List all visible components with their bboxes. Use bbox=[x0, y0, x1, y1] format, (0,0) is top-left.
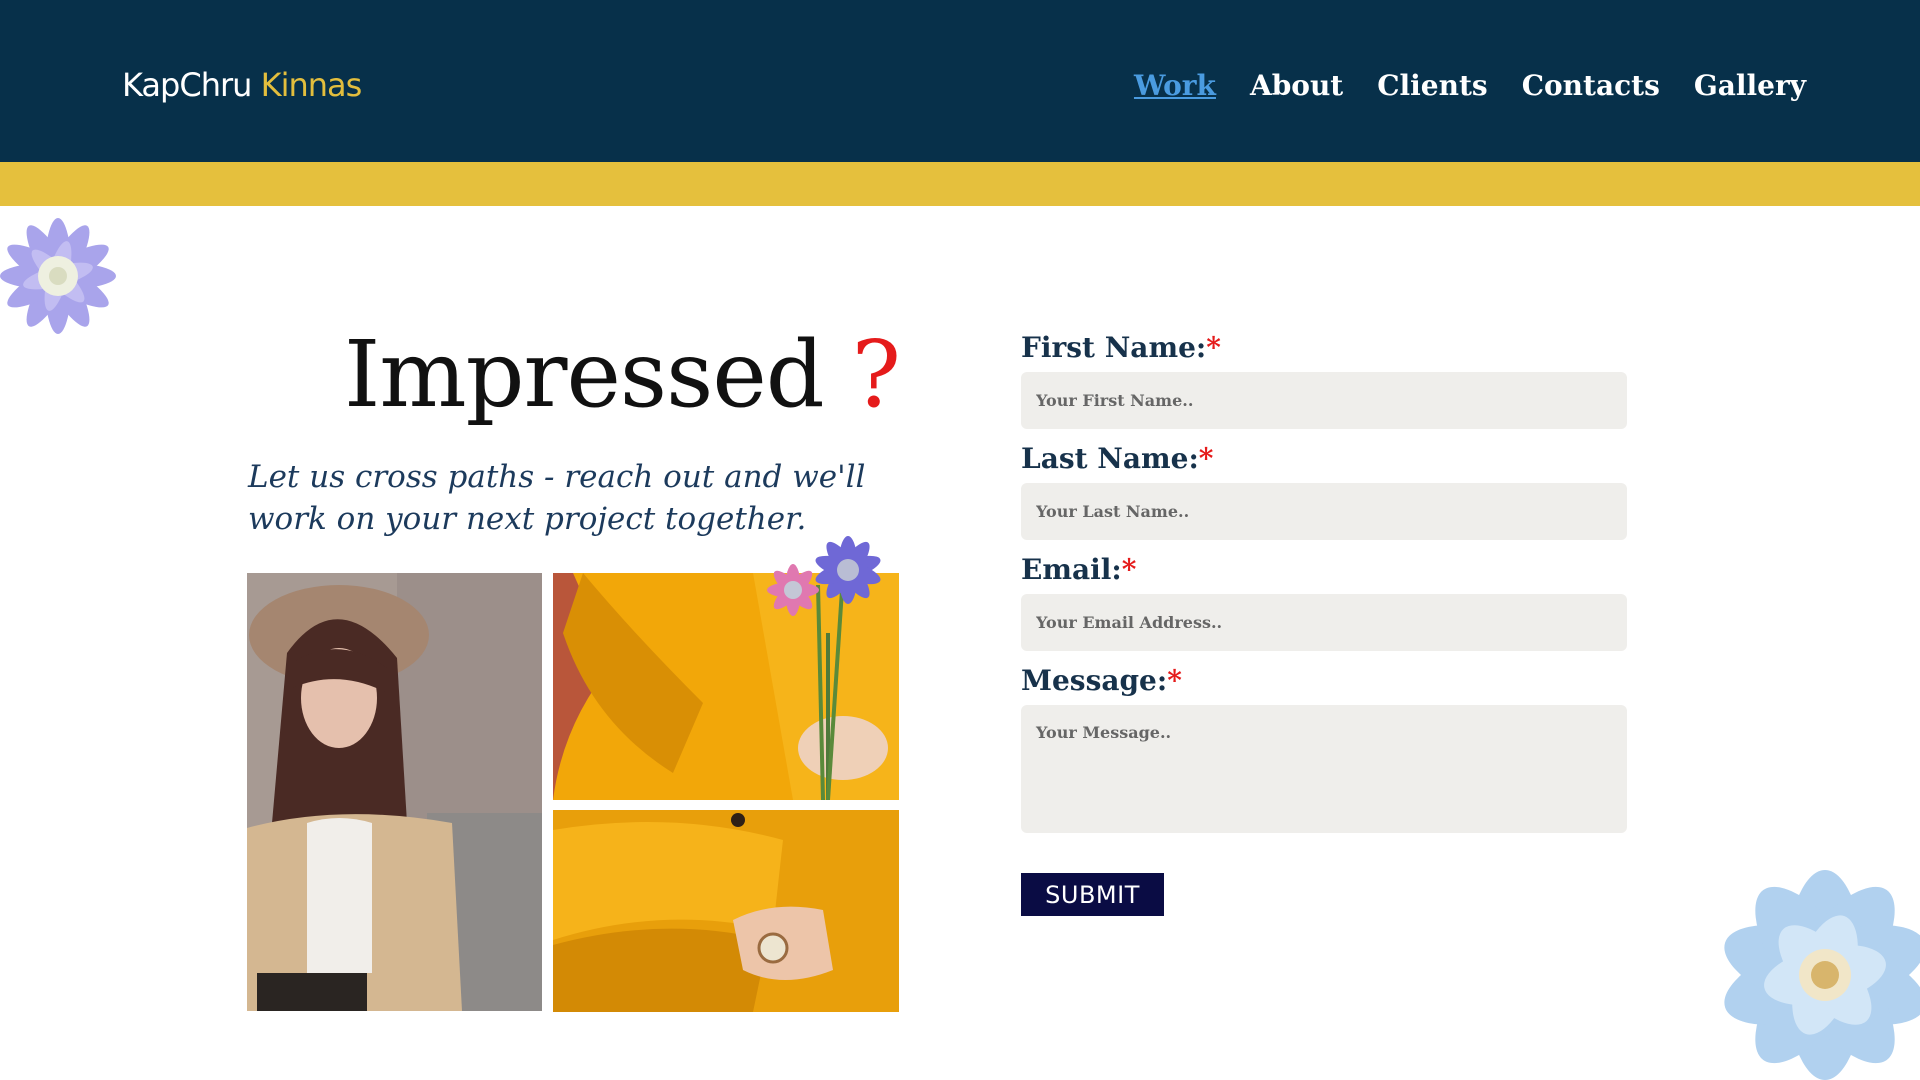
nav-item-work[interactable]: Work bbox=[1134, 66, 1216, 106]
main-nav: Work About Clients Contacts Gallery bbox=[1134, 66, 1806, 106]
submit-button[interactable]: SUBMIT bbox=[1021, 873, 1164, 916]
title-question-mark: ? bbox=[851, 321, 901, 428]
brand-name: KapChru bbox=[122, 66, 252, 104]
flower-decoration-top-left bbox=[0, 218, 116, 334]
flower-decoration-bottom-right bbox=[1724, 870, 1920, 1080]
photo-yellow-sleeve-ring bbox=[553, 810, 899, 1012]
required-marker: * bbox=[1167, 664, 1182, 697]
flower-bouquet-illustration bbox=[767, 536, 881, 800]
email-label: Email:* bbox=[1021, 552, 1627, 588]
contact-form: First Name:* Last Name:* Email:* Message… bbox=[1021, 328, 1627, 847]
last-name-label: Last Name:* bbox=[1021, 441, 1627, 477]
message-label: Message:* bbox=[1021, 663, 1627, 699]
brand-name-accent: Kinnas bbox=[260, 66, 363, 104]
last-name-label-text: Last Name: bbox=[1021, 442, 1199, 475]
title-text: Impressed bbox=[344, 321, 825, 428]
first-name-label: First Name:* bbox=[1021, 330, 1627, 366]
required-marker: * bbox=[1206, 331, 1221, 364]
first-name-label-text: First Name: bbox=[1021, 331, 1207, 364]
photo-woman-in-hat bbox=[247, 573, 542, 1011]
message-label-text: Message: bbox=[1021, 664, 1168, 697]
email-label-text: Email: bbox=[1021, 553, 1122, 586]
nav-item-about[interactable]: About bbox=[1250, 66, 1343, 106]
message-textarea[interactable] bbox=[1021, 705, 1627, 833]
nav-item-gallery[interactable]: Gallery bbox=[1694, 66, 1806, 106]
nav-item-clients[interactable]: Clients bbox=[1377, 66, 1487, 106]
tagline-line-1: Let us cross paths - reach out and we'll bbox=[248, 459, 866, 495]
brand-logo[interactable]: KapChru Kinnas bbox=[122, 66, 363, 104]
page-title: Impressed? bbox=[300, 320, 901, 430]
email-input[interactable] bbox=[1021, 594, 1627, 651]
accent-band bbox=[0, 162, 1920, 206]
first-name-input[interactable] bbox=[1021, 372, 1627, 429]
required-marker: * bbox=[1121, 553, 1137, 586]
required-marker: * bbox=[1198, 442, 1214, 475]
nav-item-contacts[interactable]: Contacts bbox=[1522, 66, 1660, 106]
site-header: KapChru Kinnas Work About Clients Contac… bbox=[0, 0, 1920, 162]
last-name-input[interactable] bbox=[1021, 483, 1627, 540]
